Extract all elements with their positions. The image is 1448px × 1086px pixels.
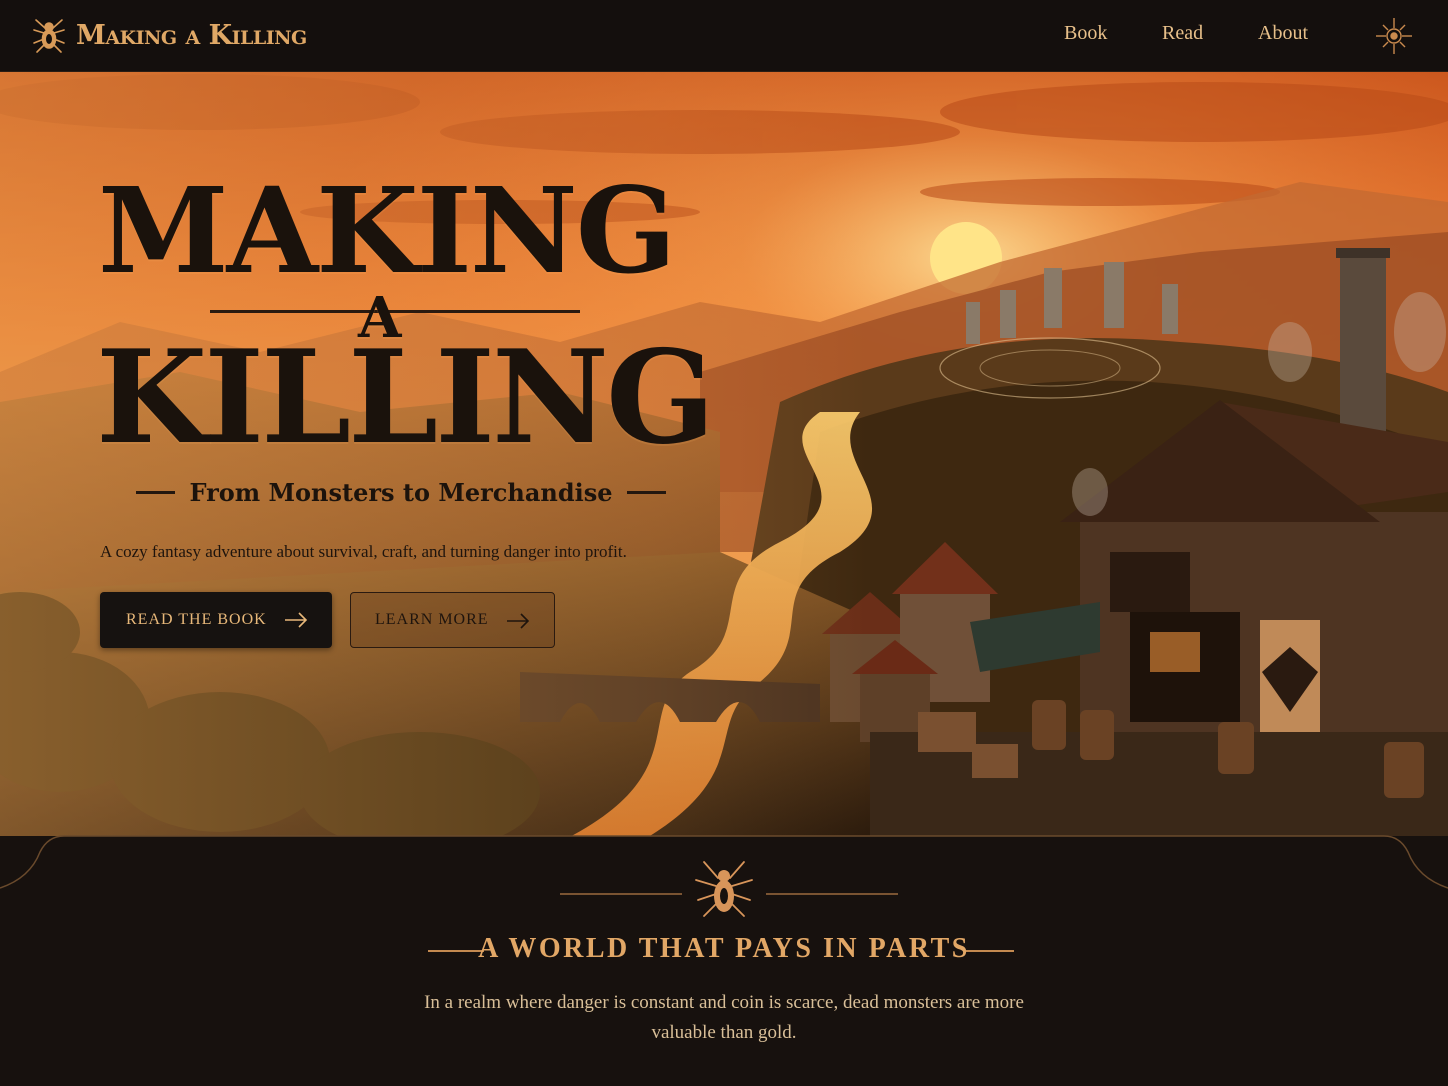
brand-link[interactable]: Making a Killing [32,14,307,56]
spider-emblem-icon [695,861,753,917]
section-heading: A WORLD THAT PAYS IN PARTS [478,933,970,964]
learn-more-label: LEARN MORE [375,611,489,628]
nav-link-about[interactable]: About [1258,22,1308,45]
emblem-divider-left [560,893,682,895]
subtitle-flourish-right [626,491,666,494]
nav-link-read[interactable]: Read [1162,22,1203,45]
arrow-right-icon [507,613,530,629]
hero-tagline: A cozy fantasy adventure about survival,… [100,542,627,561]
section-body-text: In a realm where danger is constant and … [424,992,1024,1043]
arrow-right-icon [285,612,308,628]
subtitle-flourish-left [136,491,176,494]
read-the-book-label: READ THE BOOK [126,611,267,628]
hero-subtitle: From Monsters to Merchandise [189,478,613,507]
top-navbar: Making a Killing Book Read About [0,0,1448,72]
brand-name: Making a Killing [76,19,307,51]
nav-link-book[interactable]: Book [1064,22,1107,45]
hero-section: MAKING A KILLING From Monsters to Mercha… [0,72,1448,842]
read-the-book-button[interactable]: READ THE BOOK [100,592,332,648]
spider-icon [33,19,65,53]
learn-more-button[interactable]: LEARN MORE [350,592,555,648]
compass-icon[interactable] [1374,16,1414,56]
emblem-divider-right [766,893,898,895]
hero-subtitle-row: From Monsters to Merchandise [136,478,666,507]
title-divider-right [420,310,580,313]
title-word-killing: KILLING [96,323,715,473]
title-word-making: MAKING [98,161,677,300]
